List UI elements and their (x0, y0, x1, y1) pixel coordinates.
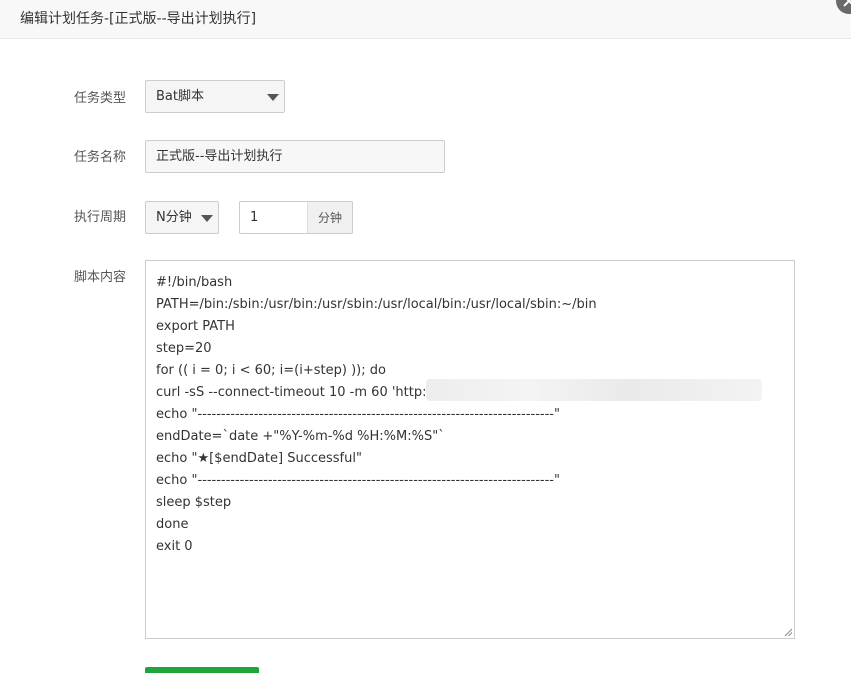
task-type-value: Bat脚本 (156, 89, 204, 104)
script-line: for (( i = 0; i < 60; i=(i+step) )); do (156, 363, 386, 378)
chevron-down-icon (267, 94, 279, 101)
resize-handle-icon[interactable] (784, 628, 792, 636)
task-name-value: 正式版--导出计划执行 (156, 149, 283, 164)
script-line: echo "----------------------------------… (156, 407, 560, 422)
period-minutes-value: 1 (250, 210, 259, 225)
task-type-select[interactable]: Bat脚本 (145, 80, 285, 113)
task-name-input[interactable]: 正式版--导出计划执行 (145, 140, 445, 173)
task-type-label: 任务类型 (74, 91, 127, 106)
script-line: step=20 (156, 341, 212, 356)
dialog-title: 编辑计划任务-[正式版--导出计划执行] (20, 11, 257, 27)
period-type-value: N分钟 (156, 210, 192, 225)
chevron-down-icon (201, 215, 213, 222)
period-label: 执行周期 (74, 210, 127, 225)
edit-cron-task-dialog: 编辑计划任务-[正式版--导出计划执行] 任务类型 Bat脚本 任务名称 正式版… (0, 0, 851, 673)
script-line: exit 0 (156, 539, 193, 554)
script-line: curl -sS --connect-timeout 10 -m 60 'htt… (156, 385, 436, 400)
script-line: sleep $step (156, 495, 232, 510)
minutes-unit-label: 分钟 (318, 211, 343, 225)
period-minutes-input[interactable]: 1 (239, 201, 309, 234)
redacted-url-blur (426, 379, 762, 401)
script-line: endDate=`date +"%Y-%m-%d %H:%M:%S"` (156, 429, 445, 444)
script-textarea[interactable]: #!/bin/bash PATH=/bin:/sbin:/usr/bin:/us… (145, 260, 795, 639)
dialog-title-bar: 编辑计划任务-[正式版--导出计划执行] (0, 0, 851, 39)
minutes-unit-addon: 分钟 (307, 201, 353, 234)
script-line: echo "★[$endDate] Successful" (156, 451, 362, 466)
save-button[interactable] (145, 667, 259, 673)
period-type-select[interactable]: N分钟 (145, 201, 219, 234)
script-line: PATH=/bin:/sbin:/usr/bin:/usr/sbin:/usr/… (156, 297, 597, 312)
script-line: #!/bin/bash (156, 275, 233, 290)
script-line: done (156, 517, 189, 532)
task-name-label: 任务名称 (74, 150, 127, 165)
script-line: export PATH (156, 319, 235, 334)
script-label: 脚本内容 (74, 270, 127, 285)
script-line: echo "----------------------------------… (156, 473, 560, 488)
